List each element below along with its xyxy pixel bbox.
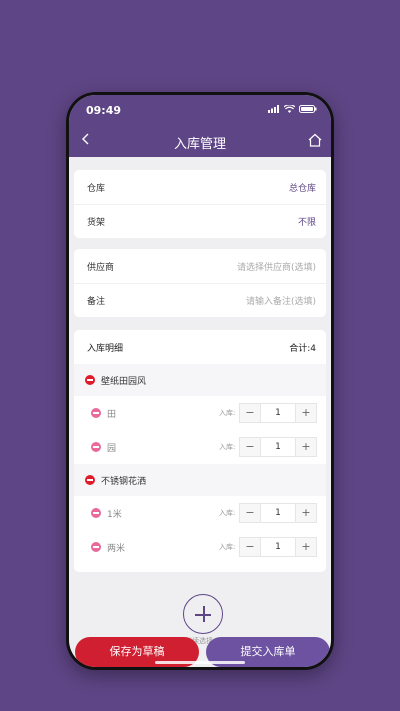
quantity-stepper: − 1 + bbox=[239, 537, 317, 557]
remark-label: 备注 bbox=[87, 297, 106, 307]
app-screen: 09:49 入库管理 仓库 总仓库 货架 不限 供应商 请选择供应商(选填) 备… bbox=[69, 95, 331, 667]
battery-icon bbox=[299, 105, 317, 113]
item-name: 田 bbox=[107, 409, 117, 420]
quantity-stepper: − 1 + bbox=[239, 403, 317, 423]
warehouse-card: 仓库 总仓库 货架 不限 bbox=[74, 170, 326, 238]
warehouse-value: 总仓库 bbox=[288, 183, 316, 194]
quantity-stepper: − 1 + bbox=[239, 503, 317, 523]
warehouse-row[interactable]: 仓库 总仓库 bbox=[74, 170, 326, 204]
quantity-input[interactable]: 1 bbox=[260, 538, 296, 556]
phone-frame: 09:49 入库管理 仓库 总仓库 货架 不限 供应商 请选择供应商(选填) 备… bbox=[66, 92, 334, 670]
minus-button[interactable]: − bbox=[240, 538, 260, 556]
detail-total: 合计:4 bbox=[289, 343, 316, 354]
quantity-stepper: − 1 + bbox=[239, 437, 317, 457]
group-header: 不锈钢花洒 bbox=[74, 464, 326, 496]
home-icon[interactable] bbox=[307, 132, 323, 148]
quantity-input[interactable]: 1 bbox=[260, 504, 296, 522]
add-product-button[interactable] bbox=[183, 594, 223, 634]
warehouse-label: 仓库 bbox=[87, 183, 106, 194]
shelf-value: 不限 bbox=[297, 218, 316, 228]
status-time: 09:49 bbox=[86, 104, 122, 117]
detail-card: 入库明细 合计:4 壁纸田园风 田 入库: − 1 + 园 入库: − 1 + … bbox=[74, 330, 326, 572]
status-icons bbox=[268, 105, 317, 113]
supplier-card: 供应商 请选择供应商(选填) 备注 请输入备注(选填) bbox=[74, 249, 326, 317]
remove-item-icon[interactable] bbox=[91, 508, 101, 518]
detail-header: 入库明细 合计:4 bbox=[74, 330, 326, 364]
list-item: 1米 入库: − 1 + bbox=[74, 496, 326, 530]
list-item: 田 入库: − 1 + bbox=[74, 396, 326, 430]
item-name: 两米 bbox=[107, 543, 126, 554]
remove-group-icon[interactable] bbox=[85, 375, 95, 385]
qty-label: 入库: bbox=[219, 543, 236, 551]
item-name: 园 bbox=[107, 443, 117, 454]
plus-button[interactable]: + bbox=[296, 404, 316, 422]
remark-placeholder: 请输入备注(选填) bbox=[245, 297, 316, 307]
page-title: 入库管理 bbox=[173, 137, 226, 152]
plus-button[interactable]: + bbox=[296, 504, 316, 522]
minus-button[interactable]: − bbox=[240, 404, 260, 422]
item-name: 1米 bbox=[107, 509, 122, 520]
list-item: 园 入库: − 1 + bbox=[74, 430, 326, 464]
quantity-input[interactable]: 1 bbox=[260, 404, 296, 422]
plus-button[interactable]: + bbox=[296, 438, 316, 456]
shelf-row[interactable]: 货架 不限 bbox=[74, 204, 326, 238]
shelf-label: 货架 bbox=[87, 218, 106, 228]
quantity-input[interactable]: 1 bbox=[260, 438, 296, 456]
remove-group-icon[interactable] bbox=[85, 475, 95, 485]
wifi-icon bbox=[284, 105, 295, 113]
remark-row[interactable]: 备注 请输入备注(选填) bbox=[74, 283, 326, 317]
detail-title: 入库明细 bbox=[87, 343, 124, 354]
supplier-placeholder: 请选择供应商(选填) bbox=[236, 262, 316, 273]
qty-label: 入库: bbox=[219, 509, 236, 517]
supplier-row[interactable]: 供应商 请选择供应商(选填) bbox=[74, 249, 326, 283]
remove-item-icon[interactable] bbox=[91, 408, 101, 418]
signal-icon bbox=[268, 105, 279, 113]
minus-button[interactable]: − bbox=[240, 504, 260, 522]
group-header: 壁纸田园风 bbox=[74, 364, 326, 396]
plus-button[interactable]: + bbox=[296, 538, 316, 556]
remove-item-icon[interactable] bbox=[91, 442, 101, 452]
qty-label: 入库: bbox=[219, 443, 236, 451]
qty-label: 入库: bbox=[219, 409, 236, 417]
top-bar: 09:49 入库管理 bbox=[69, 95, 331, 157]
main-content: 仓库 总仓库 货架 不限 供应商 请选择供应商(选填) 备注 请输入备注(选填) bbox=[69, 157, 331, 667]
group-name: 壁纸田园风 bbox=[101, 376, 147, 387]
remove-item-icon[interactable] bbox=[91, 542, 101, 552]
supplier-label: 供应商 bbox=[87, 262, 115, 273]
group-name: 不锈钢花洒 bbox=[101, 476, 147, 487]
home-indicator bbox=[155, 661, 245, 664]
list-item: 两米 入库: − 1 + bbox=[74, 530, 326, 564]
minus-button[interactable]: − bbox=[240, 438, 260, 456]
